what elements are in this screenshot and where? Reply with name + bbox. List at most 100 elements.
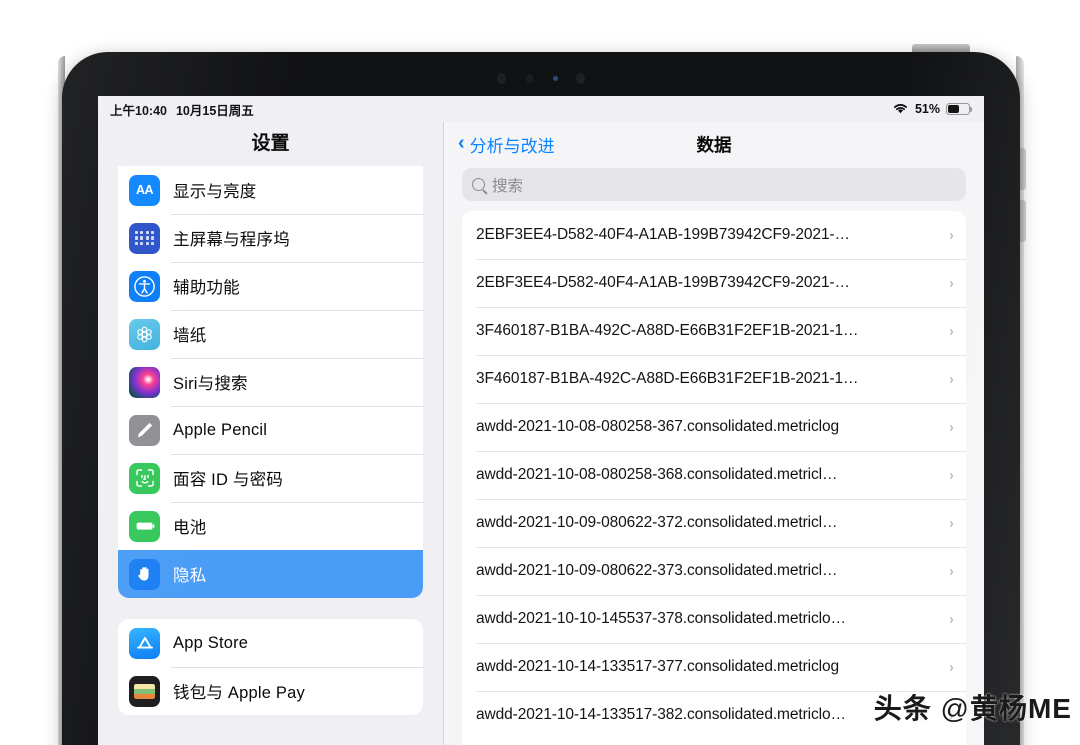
face-id-icon [129, 463, 160, 494]
apple-pencil-icon [129, 415, 160, 446]
sidebar-item-主屏幕与程序坞[interactable]: 主屏幕与程序坞 [118, 214, 423, 262]
wallpaper-icon [129, 319, 160, 350]
battery-percent-label: 51% [915, 102, 940, 116]
data-row-label: awdd-2021-10-09-080622-372.consolidated.… [476, 514, 941, 532]
data-row-label: awdd-2021-10-14-133517-377.consolidated.… [476, 658, 941, 676]
sensor-dot-icon [497, 73, 506, 84]
privacy-hand-icon [129, 559, 160, 590]
sidebar-scroll-area[interactable]: AA 显示与亮度主屏幕与程序坞辅助功能墙纸 Siri与搜索 Apple Pencil 面… [98, 166, 443, 745]
sidebar-item-label: 面容 ID 与密码 [173, 466, 283, 490]
data-list-row[interactable]: 3F460187-B1BA-492C-A88D-E66B31F2EF1B-202… [462, 307, 966, 355]
sidebar-item-label: 主屏幕与程序坞 [173, 226, 290, 250]
battery-icon [946, 103, 970, 115]
data-list-row[interactable]: awdd-2021-10-09-080622-373.consolidated.… [462, 547, 966, 595]
data-list-row[interactable]: awdd-2021-10-14-133517-377.consolidated.… [462, 643, 966, 691]
sidebar-group: App Store 钱包与 Apple Pay [118, 619, 423, 715]
battery-fill [948, 105, 959, 113]
sidebar-item-Apple Pencil[interactable]: Apple Pencil [118, 406, 423, 454]
front-camera-cluster [497, 72, 585, 85]
sidebar-item-label: 墙纸 [173, 322, 206, 346]
data-list: 2EBF3EE4-D582-40F4-A1AB-199B73942CF9-202… [462, 211, 966, 745]
sidebar-item-label: 钱包与 Apple Pay [173, 679, 305, 703]
data-list-row[interactable]: awdd-2021-10-09-080622-372.consolidated.… [462, 499, 966, 547]
sidebar-item-label: 辅助功能 [173, 274, 240, 298]
aa-glyph: AA [136, 183, 153, 197]
search-input[interactable]: 搜索 [462, 168, 966, 201]
search-bar-container: 搜索 [444, 166, 984, 211]
sidebar-item-label: Siri与搜索 [173, 370, 248, 394]
sidebar-item-隐私[interactable]: 隐私 [118, 550, 423, 598]
sidebar-item-label: 隐私 [173, 562, 206, 586]
status-time: 上午10:40 [110, 100, 167, 119]
ambient-sensor-icon [553, 76, 558, 81]
search-icon [472, 178, 485, 191]
display-brightness-icon: AA [129, 175, 160, 206]
chevron-right-icon: › [949, 275, 954, 292]
hand-glyph [135, 564, 155, 584]
chevron-right-icon: › [949, 659, 954, 676]
flower-glyph [134, 324, 155, 345]
sidebar-item-label: App Store [173, 634, 248, 653]
siri-search-icon [129, 367, 160, 398]
data-list-row[interactable]: awdd-2021-10-10-145537-378.consolidated.… [462, 595, 966, 643]
pencil-glyph [132, 417, 158, 443]
search-placeholder: 搜索 [492, 174, 523, 196]
ipad-device-frame: 上午10:40 10月15日周五 51% [62, 52, 1020, 745]
data-row-label: 3F460187-B1BA-492C-A88D-E66B31F2EF1B-202… [476, 370, 941, 388]
app-store-icon [129, 628, 160, 659]
battery-cap [970, 107, 972, 112]
data-list-row[interactable]: 2EBF3EE4-D582-40F4-A1AB-199B73942CF9-202… [462, 259, 966, 307]
data-row-label: 3F460187-B1BA-492C-A88D-E66B31F2EF1B-202… [476, 322, 941, 340]
sidebar-group-gap [118, 598, 423, 619]
ipad-screen: 上午10:40 10月15日周五 51% [98, 96, 984, 745]
detail-navigation-bar: ‹ 分析与改进 数据 [444, 122, 984, 166]
sidebar-item-辅助功能[interactable]: 辅助功能 [118, 262, 423, 310]
battery-glyph [133, 514, 157, 538]
data-row-label: 2EBF3EE4-D582-40F4-A1AB-199B73942CF9-202… [476, 274, 941, 292]
sidebar-item-显示与亮度[interactable]: AA 显示与亮度 [118, 166, 423, 214]
sidebar-item-App Store[interactable]: App Store [118, 619, 423, 667]
face-id-glyph [133, 466, 157, 490]
status-bar: 上午10:40 10月15日周五 51% [98, 96, 984, 122]
data-list-row[interactable]: 3F460187-B1BA-492C-A88D-E66B31F2EF1B-202… [462, 355, 966, 403]
data-list-row[interactable]: awdd-2021-10-08-080258-368.consolidated.… [462, 451, 966, 499]
status-bar-right: 51% [892, 102, 970, 117]
data-list-row[interactable]: 2EBF3EE4-D582-40F4-A1AB-199B73942CF9-202… [462, 211, 966, 259]
watermark-at: @ [941, 693, 970, 724]
microphone-dot-icon [576, 73, 585, 84]
chevron-right-icon: › [949, 323, 954, 340]
sidebar-group: AA 显示与亮度主屏幕与程序坞辅助功能墙纸 Siri与搜索 Apple Pencil 面… [118, 166, 423, 598]
sidebar-item-label: Apple Pencil [173, 421, 267, 440]
sidebar-item-label: 显示与亮度 [173, 178, 257, 202]
sidebar-item-墙纸[interactable]: 墙纸 [118, 310, 423, 358]
split-view: 设置 AA 显示与亮度主屏幕与程序坞辅助功能墙纸 Siri与搜索 Apple Penc… [98, 122, 984, 745]
data-row-label: awdd-2021-10-08-080258-367.consolidated.… [476, 418, 941, 436]
data-row-label: awdd-2021-10-14-133517-382.consolidated.… [476, 706, 941, 724]
wallet-card [134, 684, 155, 699]
back-button[interactable]: ‹ 分析与改进 [458, 132, 555, 157]
app-store-glyph [133, 631, 157, 655]
chevron-right-icon: › [949, 467, 954, 484]
watermark-handle: 黄杨ME [970, 693, 1072, 724]
chevron-right-icon: › [949, 371, 954, 388]
data-list-row[interactable]: awdd-2021-10-08-080258-367.consolidated.… [462, 403, 966, 451]
status-bar-left: 上午10:40 10月15日周五 [110, 100, 254, 119]
accessibility-glyph [133, 275, 156, 298]
data-row-label: 2EBF3EE4-D582-40F4-A1AB-199B73942CF9-202… [476, 226, 941, 244]
back-button-label: 分析与改进 [470, 132, 555, 157]
settings-sidebar: 设置 AA 显示与亮度主屏幕与程序坞辅助功能墙纸 Siri与搜索 Apple Penc… [98, 122, 443, 745]
watermark: 头条 @黄杨ME [874, 687, 1072, 727]
sidebar-item-label: 电池 [173, 514, 206, 538]
sidebar-item-电池[interactable]: 电池 [118, 502, 423, 550]
chevron-right-icon: › [949, 515, 954, 532]
sidebar-item-Siri与搜索[interactable]: Siri与搜索 [118, 358, 423, 406]
front-camera-icon [524, 72, 535, 85]
sidebar-item-面容 ID 与密码[interactable]: 面容 ID 与密码 [118, 454, 423, 502]
chevron-left-icon: ‹ [458, 133, 465, 153]
chevron-right-icon: › [949, 227, 954, 244]
status-date: 10月15日周五 [176, 100, 254, 119]
wifi-icon [892, 102, 909, 117]
chevron-right-icon: › [949, 419, 954, 436]
sidebar-title: 设置 [98, 122, 443, 166]
sidebar-item-钱包与 Apple Pay[interactable]: 钱包与 Apple Pay [118, 667, 423, 715]
